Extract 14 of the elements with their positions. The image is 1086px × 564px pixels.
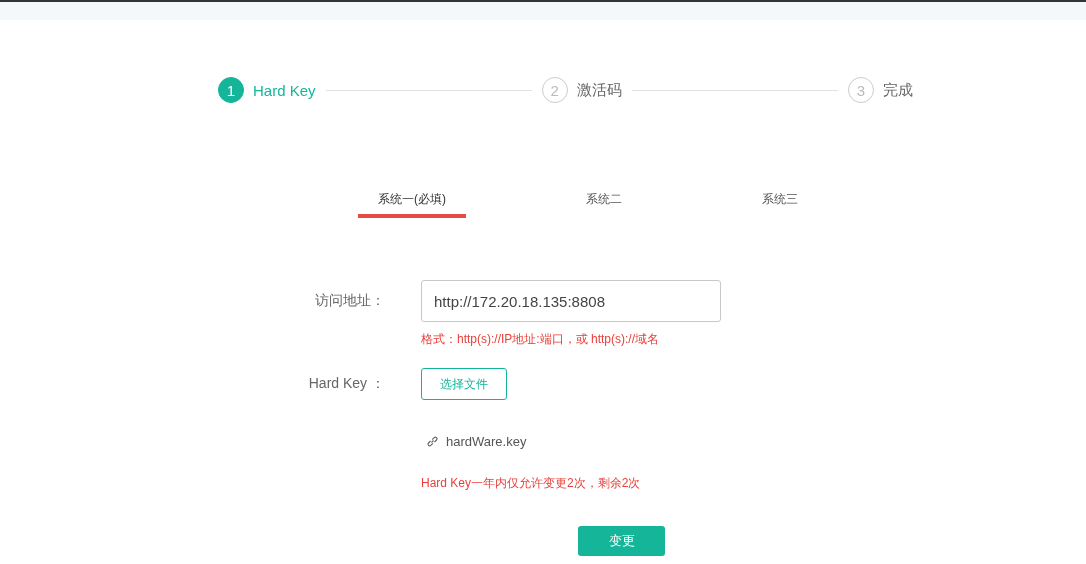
link-icon [426,435,439,448]
address-field[interactable]: http://172.20.18.135:8808 [421,280,721,322]
field-label: 访问地址： [314,292,386,310]
step-label: 完成 [883,80,913,100]
step-label: Hard Key [253,81,316,99]
step-label: 激活码 [576,80,622,100]
field-label: Hard Key ： [307,375,386,393]
limit-note: Hard Key一年内仅允许变更2次，剩余2次 [421,475,642,492]
file-name[interactable]: hardWare.key [446,434,527,449]
format-hint: 格式：http(s)://IP地址:端口，或 http(s)://域名 [421,331,661,348]
tab[interactable]: 系统二 [550,188,658,218]
tab[interactable]: 系统一(必填) [358,188,466,218]
tab[interactable]: 系统三 [726,188,834,218]
step-number: 1 [218,77,244,103]
